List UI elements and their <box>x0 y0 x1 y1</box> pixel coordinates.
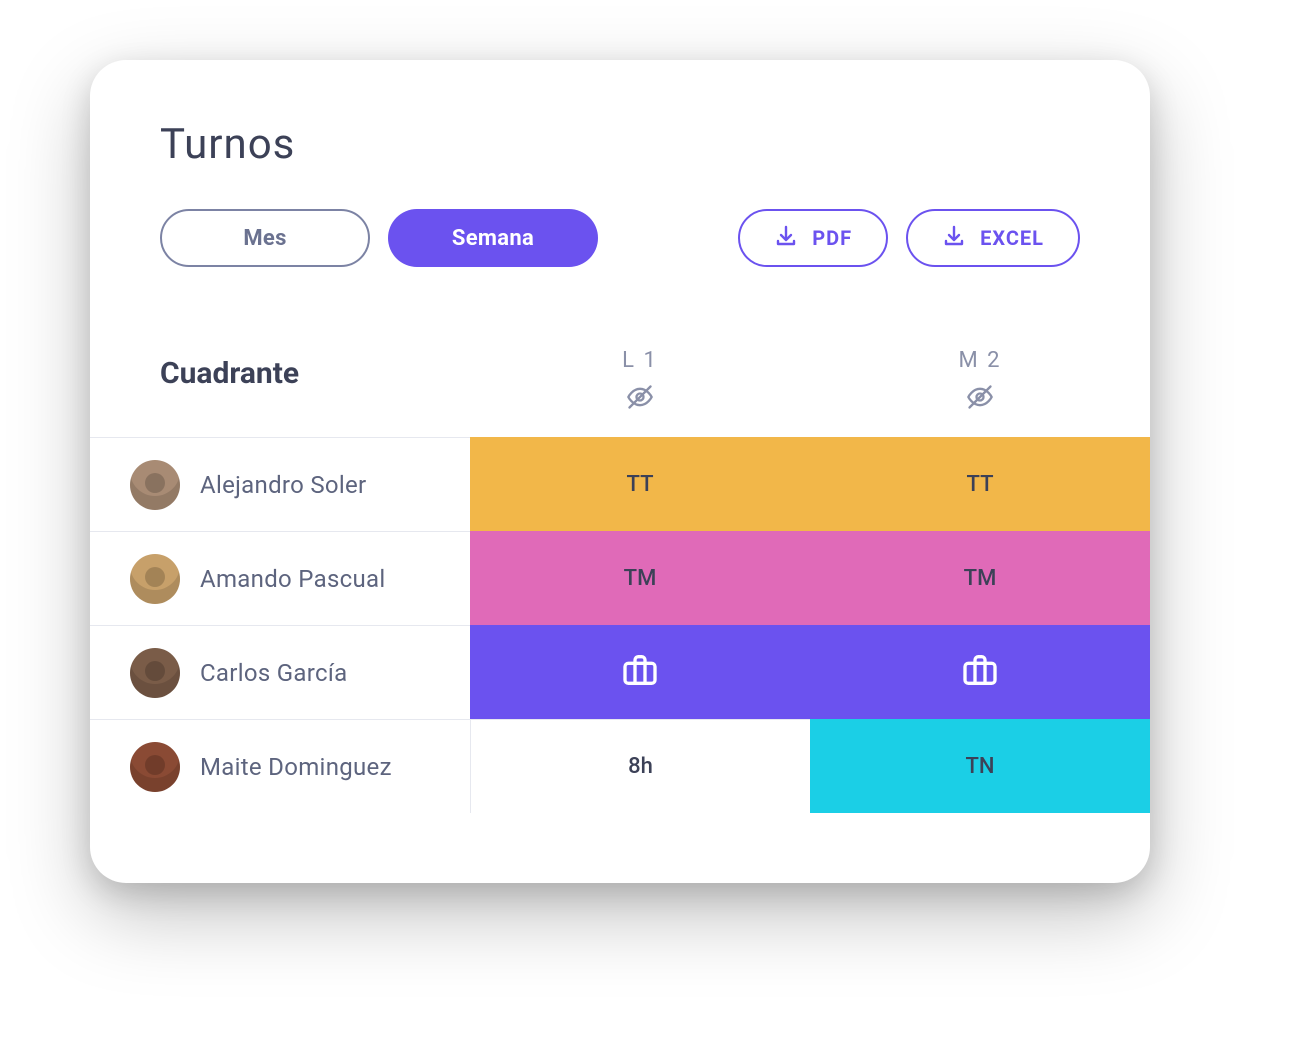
view-week-button[interactable]: Semana <box>388 209 598 267</box>
employee-cell[interactable]: Alejandro Soler <box>90 437 470 531</box>
avatar <box>130 460 180 510</box>
employee-cell[interactable]: Maite Dominguez <box>90 719 470 813</box>
view-month-button[interactable]: Mes <box>160 209 370 267</box>
avatar <box>130 742 180 792</box>
shift-cell[interactable]: TM <box>810 531 1150 625</box>
shift-cell[interactable]: 8h <box>470 719 810 813</box>
employee-cell[interactable]: Carlos García <box>90 625 470 719</box>
controls-row: Mes Semana PDF EXCEL <box>90 209 1150 337</box>
export-pdf-label: PDF <box>812 226 852 250</box>
shift-panel: Turnos Mes Semana PDF EXCEL Cu <box>90 60 1150 883</box>
shift-cell[interactable]: TT <box>810 437 1150 531</box>
briefcase-icon <box>620 650 660 696</box>
schedule-label: Cuadrante <box>90 337 470 437</box>
view-month-label: Mes <box>243 226 286 251</box>
eye-off-icon[interactable] <box>626 383 654 417</box>
shift-cell[interactable]: TT <box>470 437 810 531</box>
avatar <box>130 648 180 698</box>
eye-off-icon[interactable] <box>966 383 994 417</box>
briefcase-icon <box>960 650 1000 696</box>
page-title: Turnos <box>90 120 1150 209</box>
export-excel-button[interactable]: EXCEL <box>906 209 1080 267</box>
export-pdf-button[interactable]: PDF <box>738 209 888 267</box>
shift-cell[interactable] <box>810 625 1150 719</box>
day-header-label: L 1 <box>622 348 658 373</box>
shift-cell[interactable] <box>470 625 810 719</box>
schedule-grid: Cuadrante L 1 M 2 Alejandro Soler TTTT Amand… <box>90 337 1150 813</box>
employee-name: Carlos García <box>200 659 347 687</box>
download-icon <box>942 224 966 253</box>
employee-cell[interactable]: Amando Pascual <box>90 531 470 625</box>
employee-name: Amando Pascual <box>200 565 386 593</box>
employee-name: Maite Dominguez <box>200 753 392 781</box>
employee-name: Alejandro Soler <box>200 471 366 499</box>
shift-cell[interactable]: TN <box>810 719 1150 813</box>
export-excel-label: EXCEL <box>980 226 1044 250</box>
day-header: L 1 <box>470 337 810 437</box>
shift-cell[interactable]: TM <box>470 531 810 625</box>
avatar <box>130 554 180 604</box>
day-header-label: M 2 <box>958 348 1001 373</box>
day-header: M 2 <box>810 337 1150 437</box>
download-icon <box>774 224 798 253</box>
view-week-label: Semana <box>452 226 534 251</box>
